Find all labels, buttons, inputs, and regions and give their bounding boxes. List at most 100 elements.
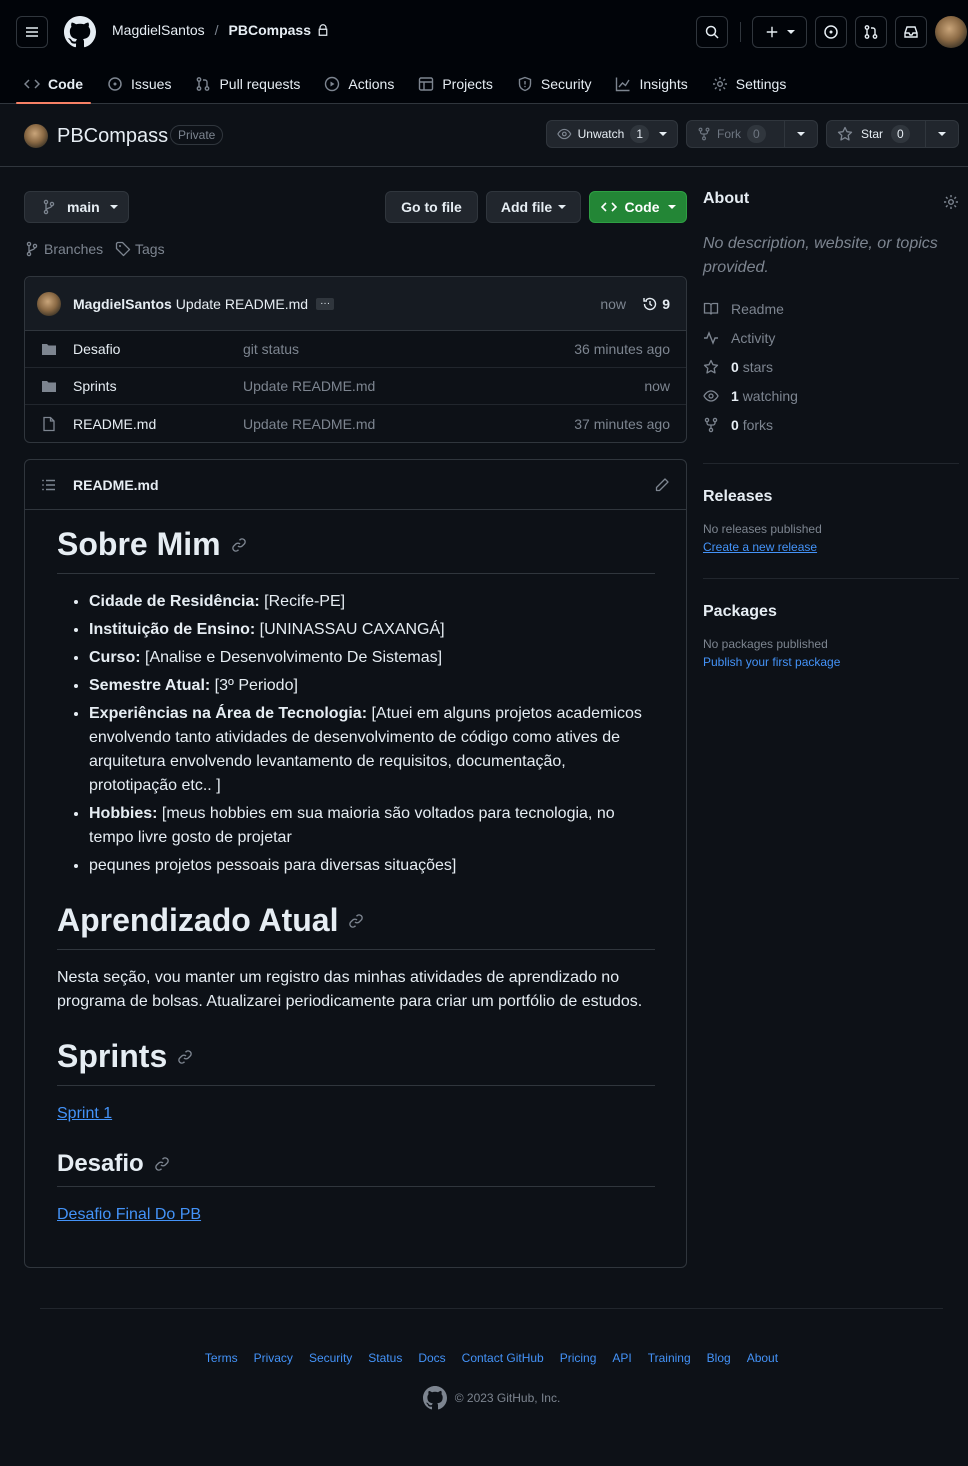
- tab-security[interactable]: Security: [509, 64, 600, 104]
- star-button[interactable]: Star 0: [826, 120, 926, 148]
- create-new-button[interactable]: [752, 16, 807, 48]
- menu-button[interactable]: [16, 16, 48, 48]
- releases-title[interactable]: Releases: [703, 488, 959, 506]
- repo-link[interactable]: PBCompass: [229, 22, 311, 38]
- footer-link[interactable]: About: [747, 1351, 778, 1365]
- watching-stat: 1 watching: [731, 388, 798, 404]
- tab-insights[interactable]: Insights: [607, 64, 695, 104]
- releases-empty: No releases published: [703, 522, 822, 536]
- hamburger-icon: [26, 27, 38, 37]
- tab-pull-requests[interactable]: Pull requests: [187, 64, 308, 104]
- watching-label: watching: [742, 387, 798, 404]
- tab-issues[interactable]: Issues: [99, 64, 179, 104]
- file-commit-message[interactable]: git status: [243, 341, 299, 357]
- pulse-icon: [704, 330, 718, 345]
- link-icon[interactable]: [231, 537, 247, 553]
- star-dropdown[interactable]: [926, 120, 959, 148]
- issues-button[interactable]: [815, 16, 847, 48]
- tab-projects[interactable]: Projects: [410, 64, 501, 104]
- user-avatar[interactable]: [935, 16, 967, 48]
- file-commit-message[interactable]: Update README.md: [243, 416, 375, 432]
- commit-author-avatar[interactable]: [37, 291, 61, 316]
- repo-title[interactable]: PBCompass: [57, 125, 168, 148]
- branch-name: main: [67, 199, 100, 215]
- repo-nav: Code Issues Pull requests Actions Projec…: [16, 64, 802, 104]
- pencil-icon[interactable]: [654, 477, 670, 493]
- footer-link[interactable]: Blog: [707, 1351, 731, 1365]
- link-icon[interactable]: [154, 1156, 170, 1172]
- forks-count: 0: [731, 416, 739, 433]
- file-name[interactable]: Desafio: [73, 341, 120, 357]
- footer-link[interactable]: Terms: [205, 1351, 238, 1365]
- footer-link[interactable]: Privacy: [254, 1351, 293, 1365]
- github-logo[interactable]: [64, 16, 96, 48]
- top-bar: MagdielSantos / PBCompass Code Issues Pu…: [0, 0, 968, 104]
- table-icon: [419, 77, 434, 91]
- list-unordered-icon[interactable]: [41, 477, 57, 493]
- footer-link[interactable]: Training: [648, 1351, 691, 1365]
- code-button[interactable]: Code: [589, 191, 687, 223]
- commit-history-link[interactable]: 9: [642, 296, 670, 312]
- footer-link[interactable]: Pricing: [560, 1351, 597, 1365]
- gear-icon: [712, 77, 727, 91]
- search-button[interactable]: [696, 16, 728, 48]
- add-file-button[interactable]: Add file: [486, 191, 581, 223]
- inbox-button[interactable]: [895, 16, 927, 48]
- commit-message[interactable]: Update README.md: [176, 296, 308, 312]
- activity-label: Activity: [731, 329, 776, 346]
- unwatch-button[interactable]: Unwatch 1: [546, 120, 678, 148]
- owner-link[interactable]: MagdielSantos: [112, 22, 205, 38]
- commit-expand-button[interactable]: ···: [316, 297, 335, 310]
- go-to-file-button[interactable]: Go to file: [385, 191, 478, 223]
- desafio-final-link[interactable]: Desafio Final Do PB: [57, 1206, 201, 1223]
- latest-commit-row: MagdielSantos Update README.md ··· now 9: [25, 277, 686, 331]
- github-mark-icon[interactable]: [422, 1386, 447, 1410]
- footer-link[interactable]: Contact GitHub: [462, 1351, 544, 1365]
- tab-actions[interactable]: Actions: [316, 64, 402, 104]
- list-item-text: [meus hobbies em sua maioria são voltado…: [89, 805, 615, 846]
- readme-filename[interactable]: README.md: [73, 477, 159, 493]
- footer-link[interactable]: API: [612, 1351, 631, 1365]
- file-commit-message[interactable]: Update README.md: [243, 378, 375, 394]
- fork-icon: [698, 127, 710, 141]
- branches-link[interactable]: Branches: [24, 241, 103, 257]
- file-name[interactable]: README.md: [73, 416, 156, 432]
- footer-link[interactable]: Security: [309, 1351, 352, 1365]
- link-icon[interactable]: [348, 913, 364, 929]
- file-row[interactable]: Desafio git status 36 minutes ago: [25, 331, 686, 368]
- divider: [740, 22, 741, 42]
- forks-link[interactable]: 0 forks: [703, 410, 959, 439]
- commit-count: 9: [662, 295, 670, 312]
- list-item-label: Curso:: [89, 649, 141, 666]
- tab-settings[interactable]: Settings: [704, 64, 795, 104]
- commit-author[interactable]: MagdielSantos: [73, 296, 172, 312]
- list-item-text: [Recife-PE]: [259, 593, 346, 610]
- file-row[interactable]: README.md Update README.md 37 minutes ag…: [25, 405, 686, 442]
- list-item-text: [3º Periodo]: [210, 677, 298, 694]
- fork-dropdown[interactable]: [785, 120, 818, 148]
- fork-button[interactable]: Fork 0: [686, 120, 785, 148]
- activity-link[interactable]: Activity: [703, 323, 959, 352]
- tags-link[interactable]: Tags: [115, 241, 165, 257]
- footer-link[interactable]: Docs: [418, 1351, 445, 1365]
- tab-label: Projects: [442, 76, 493, 92]
- packages-title[interactable]: Packages: [703, 603, 959, 621]
- create-release-link[interactable]: Create a new release: [703, 540, 817, 554]
- watchers-link[interactable]: 1 watching: [703, 381, 959, 410]
- footer-link[interactable]: Status: [368, 1351, 402, 1365]
- tab-label: Code: [48, 76, 83, 92]
- gear-icon[interactable]: [943, 194, 959, 210]
- readme-link[interactable]: Readme: [703, 294, 959, 323]
- file-row[interactable]: Sprints Update README.md now: [25, 368, 686, 405]
- pull-requests-button[interactable]: [855, 16, 887, 48]
- owner-avatar[interactable]: [24, 124, 48, 148]
- publish-package-link[interactable]: Publish your first package: [703, 655, 840, 669]
- stars-link[interactable]: 0 stars: [703, 352, 959, 381]
- heading-sobre-mim: Sobre Mim: [57, 526, 655, 574]
- sprint-1-link[interactable]: Sprint 1: [57, 1105, 112, 1122]
- file-name[interactable]: Sprints: [73, 378, 117, 394]
- link-icon[interactable]: [177, 1049, 193, 1065]
- branch-selector[interactable]: main: [24, 191, 129, 223]
- tab-code[interactable]: Code: [16, 64, 91, 104]
- file-commit-time: 37 minutes ago: [574, 415, 670, 432]
